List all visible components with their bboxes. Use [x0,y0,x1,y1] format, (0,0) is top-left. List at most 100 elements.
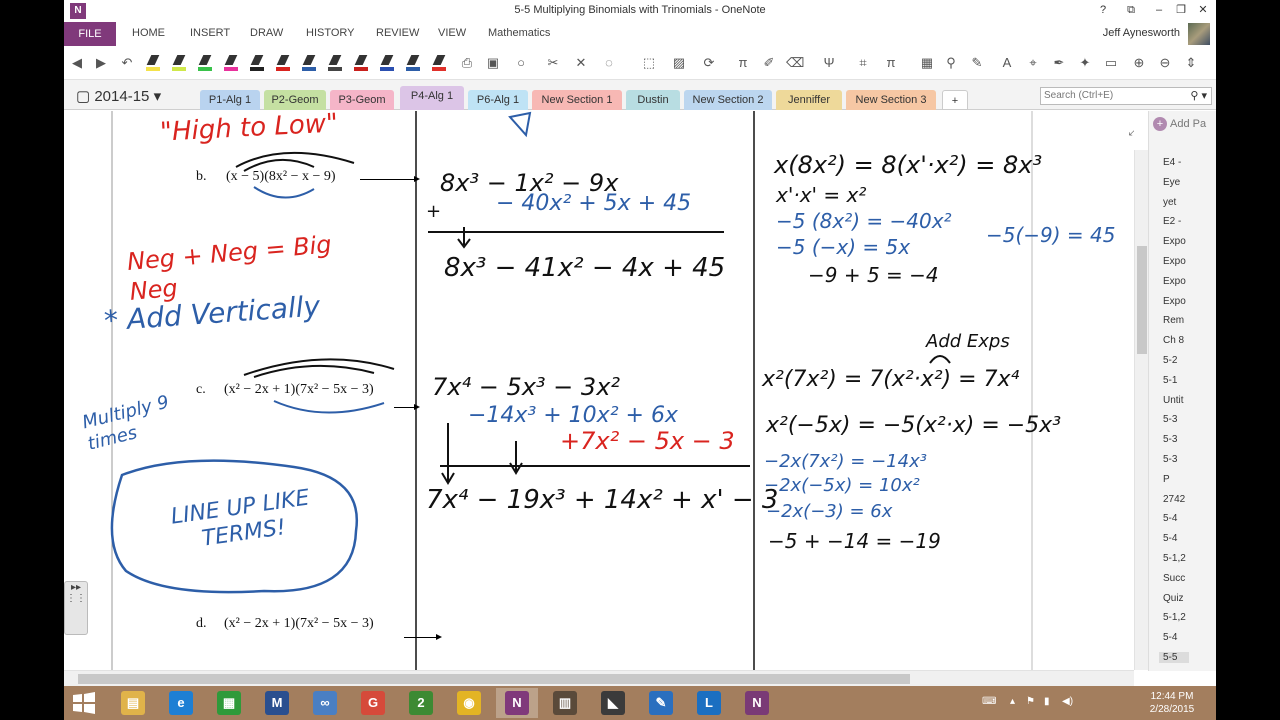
horizontal-scrollbar[interactable] [64,670,1134,686]
section-tab-new1[interactable]: New Section 1 [532,90,622,110]
tab-draw[interactable]: DRAW [250,27,283,39]
cancel-x-icon[interactable]: ✕ [572,54,590,72]
eraser-icon[interactable]: ⌫ [786,54,804,72]
table-icon[interactable]: ▦ [918,54,936,72]
page-item[interactable]: Eye [1163,177,1180,188]
font-color-icon[interactable]: A [998,54,1016,72]
back-icon[interactable]: ◀ [68,54,86,72]
pen-selected-icon[interactable] [406,54,420,72]
highlighter-icon[interactable]: ✒ [1050,54,1068,72]
tab-home[interactable]: HOME [132,27,165,39]
taskbar-app[interactable]: G [352,688,394,718]
add-section-button[interactable]: + [942,90,968,110]
page-item[interactable]: 5-2 [1163,355,1177,366]
pen-blue-icon[interactable] [302,54,316,72]
page-item[interactable]: Expo [1163,256,1186,267]
zoom-out-icon[interactable]: ⊖ [1156,54,1174,72]
select-rect-icon[interactable]: ⬚ [640,54,658,72]
lasso-icon[interactable]: ◌ [600,54,618,72]
section-tab-p6[interactable]: P6-Alg 1 [468,90,528,110]
pen-red-icon[interactable] [276,54,290,72]
taskbar-app[interactable]: N [736,688,778,718]
taskbar-app[interactable]: ▥ [544,688,586,718]
pen-red2-icon[interactable] [354,54,368,72]
taskbar-app[interactable]: ✎ [640,688,682,718]
pen-lime-icon[interactable] [172,54,186,72]
scissors-icon[interactable]: ✂ [544,54,562,72]
page-item[interactable]: 2742 [1163,494,1185,505]
rotate-icon[interactable]: ⟳ [700,54,718,72]
page-item[interactable]: Quiz [1163,593,1184,604]
pen-green-icon[interactable] [198,54,212,72]
help-button[interactable]: ? [1092,2,1114,19]
page-item[interactable]: 5-3 [1163,454,1177,465]
section-tab-p3[interactable]: P3-Geom [330,90,394,110]
equation-pi-icon[interactable]: π [882,54,900,72]
page-item[interactable]: 5-1,2 [1163,612,1186,623]
volume-icon[interactable]: ◀) [1062,696,1073,707]
page-item[interactable]: yet [1163,197,1176,208]
taskbar-app[interactable]: L [688,688,730,718]
pen-dark-icon[interactable] [328,54,342,72]
page-item[interactable]: 5-4 [1163,513,1177,524]
horizontal-scroll-thumb[interactable] [78,674,910,684]
page-item[interactable]: 5-3 [1163,434,1177,445]
pen-blue2-icon[interactable] [380,54,394,72]
section-tab-new2[interactable]: New Section 2 [684,90,772,110]
page-item[interactable]: Succ [1163,573,1185,584]
vertical-scrollbar[interactable] [1134,150,1148,670]
windows-start-icon[interactable] [72,692,96,714]
page-item[interactable]: Expo [1163,276,1186,287]
tab-insert[interactable]: INSERT [190,27,230,39]
taskbar-app[interactable]: ◣ [592,688,634,718]
pen-black-icon[interactable] [250,54,264,72]
section-tab-p1[interactable]: P1-Alg 1 [200,90,260,110]
collapse-handle[interactable]: ▸▸ ⋮⋮ [64,581,88,635]
hash-icon[interactable]: ⌗ [854,54,872,72]
tools-icon[interactable]: ⌖ [1024,54,1042,72]
page-item[interactable]: 5-5 [1159,652,1189,663]
taskbar-app[interactable]: M [256,688,298,718]
user-name[interactable]: Jeff Aynesworth [1103,27,1180,39]
print-preview-icon[interactable]: ▣ [484,54,502,72]
page-item[interactable]: E2 - [1163,216,1181,227]
more-tools-icon[interactable]: ⇕ [1182,54,1200,72]
taskbar-app[interactable]: N [496,688,538,718]
tab-history[interactable]: HISTORY [306,27,355,39]
minimize-button[interactable]: – [1148,2,1170,19]
pen-magenta-icon[interactable] [224,54,238,72]
taskbar-app[interactable]: ◉ [448,688,490,718]
page-item[interactable]: 5-4 [1163,632,1177,643]
tab-review[interactable]: REVIEW [376,27,419,39]
taskbar-app[interactable]: 2 [400,688,442,718]
restore-button[interactable]: ❐ [1170,2,1192,19]
page-item[interactable]: E4 - [1163,157,1181,168]
page-item[interactable]: Expo [1163,296,1186,307]
pen-yellow-icon[interactable] [146,54,160,72]
file-tab[interactable]: FILE [64,22,116,46]
search-input[interactable]: Search (Ctrl+E) ⚲ ▾ [1040,87,1212,105]
expand-page-icon[interactable]: ⤢ [1124,123,1134,141]
psi-icon[interactable]: Ψ [820,54,838,72]
page-item[interactable]: 5-1,2 [1163,553,1186,564]
page-canvas[interactable]: ▸▸ ⋮⋮ b. (x − 5)(8x² − x − 9) c. (x² − 2x… [64,111,1134,671]
taskbar-app[interactable]: ▤ [112,688,154,718]
page-item[interactable]: Ch 8 [1163,335,1184,346]
page-item[interactable]: 5-1 [1163,375,1177,386]
flag-icon[interactable]: ⚑ [1026,696,1035,707]
forward-icon[interactable]: ▶ [92,54,110,72]
page-item[interactable]: 5-3 [1163,414,1177,425]
clock[interactable]: 12:44 PM 2/28/2015 [1142,690,1202,716]
page-item[interactable]: Rem [1163,315,1184,326]
zoom-in-icon[interactable]: ⊕ [1130,54,1148,72]
keyboard-icon[interactable]: ⌨ [982,696,996,707]
pi-symbol-icon[interactable]: π [734,54,752,72]
shape-circle-icon[interactable]: ○ [512,54,530,72]
print-icon[interactable]: ⎙ [458,54,476,72]
network-icon[interactable]: ▮ [1044,696,1050,707]
close-button[interactable]: ✕ [1192,2,1214,19]
tray-expand-icon[interactable]: ▴ [1010,696,1015,707]
vertical-scroll-thumb[interactable] [1137,246,1147,354]
notebook-dropdown[interactable]: ▢ 2014-15 ▾ [76,87,161,105]
search-icon[interactable]: ⚲ ▾ [1190,88,1207,104]
